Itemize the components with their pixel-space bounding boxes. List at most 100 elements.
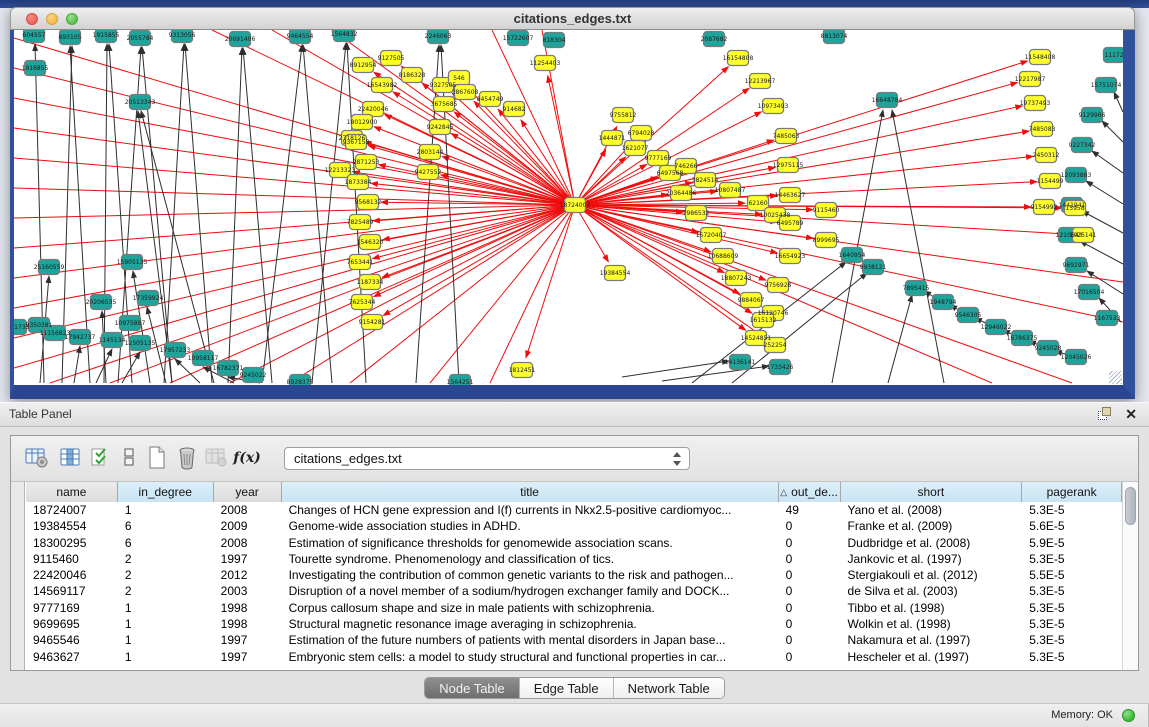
table-cell[interactable]: 5.5E-5 (1022, 567, 1122, 583)
table-cell[interactable]: 19384554 (26, 518, 118, 534)
table-row[interactable]: 2242004622012Investigating the contribut… (26, 567, 1122, 583)
scrollbar-thumb[interactable] (1125, 487, 1136, 525)
table-cell[interactable]: 0 (779, 535, 841, 551)
table-cell[interactable]: 5.9E-5 (1022, 535, 1122, 551)
table-cell[interactable]: 1998 (214, 600, 282, 616)
citation-network-graph[interactable]: 6045578931051915855205578493130562069140… (14, 30, 1123, 385)
table-cell[interactable]: 9463627 (26, 649, 118, 665)
table-cell[interactable]: 1997 (214, 649, 282, 665)
table-cell[interactable]: 2003 (214, 583, 282, 599)
column-header-out-de-[interactable]: △out_de... (779, 482, 841, 502)
table-cell[interactable]: Disruption of a novel member of a sodium… (282, 583, 779, 599)
table-cell[interactable]: 2 (118, 583, 214, 599)
table-cell[interactable]: 22420046 (26, 567, 118, 583)
tab-node-table[interactable]: Node Table (425, 678, 520, 698)
table-row[interactable]: 977716911998Corpus callosum shape and si… (26, 600, 1122, 616)
function-builder-icon[interactable]: f(x) (233, 444, 261, 472)
table-cell[interactable]: 5.3E-5 (1022, 649, 1122, 665)
table-cell[interactable]: 0 (779, 551, 841, 567)
table-cell[interactable]: Wolkin et al. (1998) (841, 616, 1023, 632)
table-cell[interactable]: Estimation of significance thresholds fo… (282, 535, 779, 551)
table-row[interactable]: 946554611997Estimation of the future num… (26, 632, 1122, 648)
clear-selection-icon[interactable] (115, 444, 143, 472)
table-cell[interactable]: 0 (779, 649, 841, 665)
table-cell[interactable]: 1 (118, 649, 214, 665)
table-cell[interactable]: Nakamura et al. (1997) (841, 632, 1023, 648)
table-cell[interactable]: 1 (118, 600, 214, 616)
table-selector-dropdown[interactable]: citations_edges.txt (284, 447, 690, 470)
table-cell[interactable]: 18300295 (26, 535, 118, 551)
table-cell[interactable]: Corpus callosum shape and size in male p… (282, 600, 779, 616)
column-header-title[interactable]: title (282, 482, 779, 502)
resize-grip[interactable] (1109, 371, 1122, 384)
table-row[interactable]: 1938455462009Genome-wide association stu… (26, 518, 1122, 534)
table-cell[interactable]: 0 (779, 518, 841, 534)
table-cell[interactable]: 0 (779, 616, 841, 632)
table-cell[interactable]: 49 (779, 502, 841, 518)
table-cell[interactable]: 2008 (214, 502, 282, 518)
column-header-in-degree[interactable]: in_degree (118, 482, 214, 502)
table-row[interactable]: 969969511998Structural magnetic resonanc… (26, 616, 1122, 632)
select-rows-icon[interactable] (87, 444, 115, 472)
table-row[interactable]: 1830029562008Estimation of significance … (26, 535, 1122, 551)
table-cell[interactable]: Jankovic et al. (1997) (841, 551, 1023, 567)
table-cell[interactable]: Changes of HCN gene expression and I(f) … (282, 502, 779, 518)
table-cell[interactable]: 6 (118, 518, 214, 534)
table-row[interactable]: 946362711997Embryonic stem cells: a mode… (26, 649, 1122, 665)
column-header-name[interactable]: name (26, 482, 118, 502)
table-cell[interactable]: Yano et al. (2008) (841, 502, 1023, 518)
table-cell[interactable]: de Silva et al. (2003) (841, 583, 1023, 599)
table-cell[interactable]: 0 (779, 567, 841, 583)
float-panel-icon[interactable] (1098, 407, 1113, 422)
table-row[interactable]: 911546021997Tourette syndrome. Phenomeno… (26, 551, 1122, 567)
table-cell[interactable]: 5.3E-5 (1022, 583, 1122, 599)
table-cell[interactable]: Embryonic stem cells: a model to study s… (282, 649, 779, 665)
table-cell[interactable]: 9777169 (26, 600, 118, 616)
table-cell[interactable]: 5.3E-5 (1022, 616, 1122, 632)
network-canvas[interactable]: 6045578931051915855205578493130562069140… (14, 30, 1123, 385)
network-window-titlebar[interactable]: citations_edges.txt (10, 7, 1135, 30)
table-cell[interactable]: Investigating the contribution of common… (282, 567, 779, 583)
column-header-short[interactable]: short (841, 482, 1023, 502)
table-cell[interactable]: 9465546 (26, 632, 118, 648)
table-cell[interactable]: 1 (118, 632, 214, 648)
table-cell[interactable]: 2 (118, 551, 214, 567)
table-cell[interactable]: 5.6E-5 (1022, 518, 1122, 534)
table-cell[interactable]: 1998 (214, 616, 282, 632)
import-table-icon[interactable] (203, 444, 231, 472)
table-cell[interactable]: Tibbo et al. (1998) (841, 600, 1023, 616)
tab-network-table[interactable]: Network Table (614, 678, 724, 698)
table-cell[interactable]: Genome-wide association studies in ADHD. (282, 518, 779, 534)
table-cell[interactable]: 2 (118, 567, 214, 583)
table-cell[interactable]: 0 (779, 600, 841, 616)
table-cell[interactable]: 2012 (214, 567, 282, 583)
column-header-pagerank[interactable]: pagerank (1022, 482, 1122, 502)
table-cell[interactable]: 18724007 (26, 502, 118, 518)
new-table-icon[interactable] (143, 444, 171, 472)
table-cell[interactable]: 5.3E-5 (1022, 502, 1122, 518)
table-cell[interactable]: Tourette syndrome. Phenomenology and cla… (282, 551, 779, 567)
tab-edge-table[interactable]: Edge Table (520, 678, 614, 698)
table-cell[interactable]: 1 (118, 616, 214, 632)
table-cell[interactable]: 1997 (214, 551, 282, 567)
table-cell[interactable]: 2008 (214, 535, 282, 551)
table-cell[interactable]: 9699695 (26, 616, 118, 632)
table-cell[interactable]: 1 (118, 502, 214, 518)
table-cell[interactable]: Estimation of the future numbers of pati… (282, 632, 779, 648)
table-scrollbar[interactable] (1122, 482, 1138, 670)
table-cell[interactable]: Hescheler et al. (1997) (841, 649, 1023, 665)
table-settings-icon[interactable] (23, 444, 51, 472)
table-cell[interactable]: 1997 (214, 632, 282, 648)
table-row[interactable]: 1872400712008Changes of HCN gene express… (26, 502, 1122, 518)
table-cell[interactable]: 2009 (214, 518, 282, 534)
table-cell[interactable]: 5.3E-5 (1022, 632, 1122, 648)
table-cell[interactable]: 6 (118, 535, 214, 551)
table-cell[interactable]: Franke et al. (2009) (841, 518, 1023, 534)
table-cell[interactable]: 5.3E-5 (1022, 600, 1122, 616)
table-cell[interactable]: 5.3E-5 (1022, 551, 1122, 567)
column-select-icon[interactable] (57, 444, 85, 472)
table-cell[interactable]: Dudbridge et al. (2008) (841, 535, 1023, 551)
delete-table-icon[interactable] (173, 444, 201, 472)
table-cell[interactable]: 9115460 (26, 551, 118, 567)
close-panel-icon[interactable]: ✕ (1125, 406, 1137, 423)
